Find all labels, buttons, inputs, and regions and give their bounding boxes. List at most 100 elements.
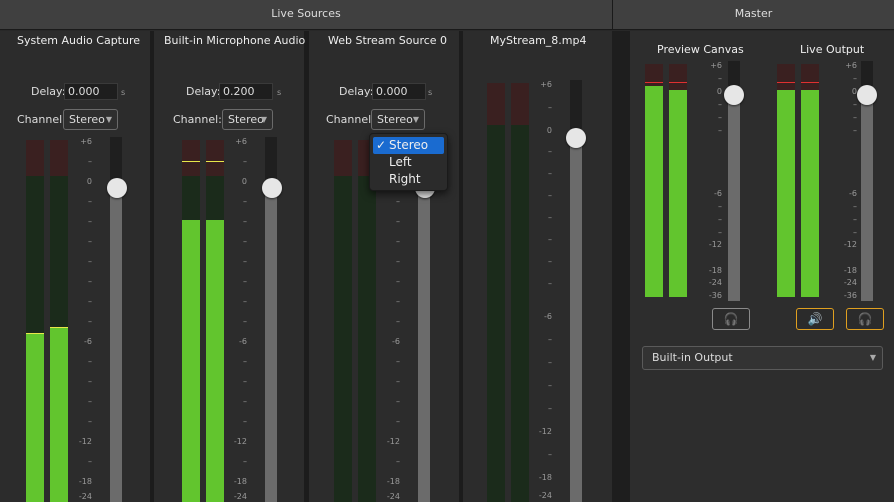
- channel-select[interactable]: Stereo ▼: [222, 109, 273, 130]
- volume-fader-knob[interactable]: [724, 85, 744, 105]
- tick-label: –: [548, 335, 552, 344]
- tick-label: 0: [241, 177, 247, 186]
- level-meter: [801, 64, 819, 297]
- meter-level-fill: [669, 90, 687, 297]
- channel-title: Web Stream Source 0: [328, 34, 448, 47]
- tick-label: –: [396, 297, 400, 306]
- tick-label: –: [396, 357, 400, 366]
- delay-input[interactable]: 0.000: [64, 83, 118, 100]
- level-meter: [334, 140, 352, 502]
- master-strip-title: Preview Canvas: [657, 43, 744, 56]
- menu-item-label: Left: [389, 155, 412, 169]
- tick-label: 0: [716, 87, 722, 96]
- menu-item-stereo[interactable]: ✓ Stereo: [373, 137, 444, 154]
- live-monitor-button[interactable]: 🎧: [846, 308, 884, 330]
- master-header: Master: [612, 0, 894, 30]
- channel-dropdown-menu: ✓ Stereo Left Right: [369, 133, 448, 191]
- preview-monitor-button[interactable]: 🎧: [712, 308, 750, 330]
- tick-label: -18: [843, 266, 857, 275]
- channel-select[interactable]: Stereo ▼: [63, 109, 118, 130]
- channel-strip: [154, 31, 304, 502]
- delay-input[interactable]: 0.000: [372, 83, 426, 100]
- tick-label: –: [853, 126, 857, 135]
- menu-item-left[interactable]: Left: [373, 154, 444, 171]
- tick-label: –: [548, 279, 552, 288]
- tick-label: –: [88, 237, 92, 246]
- level-meter: [645, 64, 663, 297]
- tick-label: –: [396, 317, 400, 326]
- tick-label: -24: [233, 492, 247, 501]
- tick-label: -6: [849, 189, 857, 198]
- tick-label: –: [548, 381, 552, 390]
- tick-label: –: [243, 277, 247, 286]
- tick-label: -24: [538, 491, 552, 500]
- delay-unit: s: [121, 88, 126, 97]
- tick-label: –: [718, 113, 722, 122]
- tick-label: -6: [544, 312, 552, 321]
- tick-label: –: [88, 197, 92, 206]
- tick-label: –: [88, 297, 92, 306]
- tick-label: 0: [546, 126, 552, 135]
- tick-label: –: [243, 297, 247, 306]
- headphones-icon: 🎧: [857, 312, 873, 326]
- tick-label: –: [853, 202, 857, 211]
- volume-fader-knob[interactable]: [566, 128, 586, 148]
- live-speaker-button[interactable]: 🔊: [796, 308, 834, 330]
- meter-clip-zone: [206, 140, 224, 176]
- channel-select-value: Stereo: [228, 113, 264, 126]
- tick-label: –: [548, 103, 552, 112]
- channel-strip: [309, 31, 459, 502]
- tick-label: –: [243, 457, 247, 466]
- tick-label: –: [853, 215, 857, 224]
- tick-label: -18: [78, 477, 92, 486]
- meter-clip-zone: [50, 140, 68, 176]
- master-title: Master: [734, 7, 773, 20]
- tick-label: -24: [78, 492, 92, 501]
- volume-fader-knob[interactable]: [262, 178, 282, 198]
- channel-title: Built-in Microphone Audio: [164, 34, 306, 47]
- meter-peak-marker: [206, 161, 224, 162]
- tick-label: –: [548, 213, 552, 222]
- channel-title: System Audio Capture: [17, 34, 141, 47]
- tick-label: –: [88, 397, 92, 406]
- meter-peak-marker: [182, 161, 200, 162]
- tick-label: –: [718, 100, 722, 109]
- meter-peak-marker: [645, 82, 663, 83]
- volume-fader-knob[interactable]: [857, 85, 877, 105]
- tick-label: –: [396, 417, 400, 426]
- tick-label: –: [88, 417, 92, 426]
- chevron-down-icon: ▼: [105, 115, 112, 124]
- tick-label: –: [88, 277, 92, 286]
- tick-label: –: [396, 377, 400, 386]
- meter-peak-marker: [777, 82, 795, 83]
- meter-level-fill: [801, 90, 819, 297]
- menu-item-right[interactable]: Right: [373, 171, 444, 188]
- live-sources-header: Live Sources: [0, 0, 612, 30]
- tick-label: –: [396, 197, 400, 206]
- tick-label: -36: [843, 291, 857, 300]
- tick-label: –: [243, 357, 247, 366]
- output-device-select[interactable]: Built-in Output ▼: [642, 346, 883, 370]
- meter-clip-zone: [182, 140, 200, 176]
- channel-select[interactable]: Stereo ▼: [371, 109, 425, 130]
- delay-input[interactable]: 0.200: [219, 83, 273, 100]
- tick-label: –: [88, 317, 92, 326]
- level-meter: [511, 83, 529, 502]
- tick-label: –: [548, 147, 552, 156]
- tick-label: –: [853, 113, 857, 122]
- tick-label: –: [548, 358, 552, 367]
- tick-label: –: [548, 191, 552, 200]
- channel-strip: [0, 31, 150, 502]
- tick-label: +6: [80, 137, 92, 146]
- tick-label: -6: [84, 337, 92, 346]
- channel-select-value: Stereo: [69, 113, 105, 126]
- meter-peak-marker: [50, 327, 68, 328]
- tick-label: –: [88, 157, 92, 166]
- volume-fader-knob[interactable]: [107, 178, 127, 198]
- meter-level-fill: [645, 86, 663, 297]
- headphones-icon: 🎧: [723, 312, 739, 326]
- tick-label: –: [243, 377, 247, 386]
- menu-item-label: Right: [389, 172, 421, 186]
- tick-label: -24: [843, 278, 857, 287]
- tick-label: –: [548, 235, 552, 244]
